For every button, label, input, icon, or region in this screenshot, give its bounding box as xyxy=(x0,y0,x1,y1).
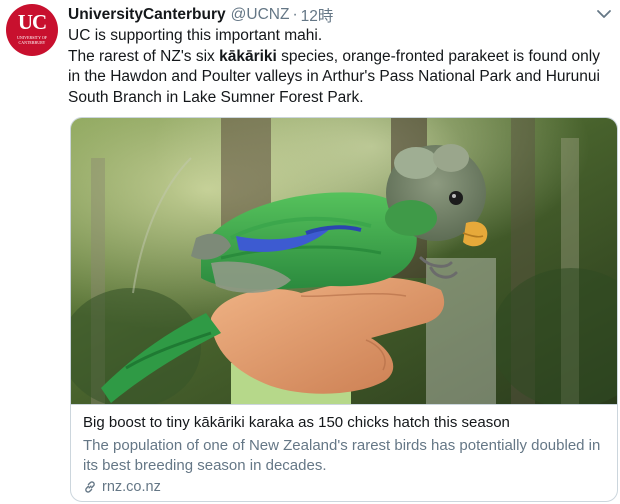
tweet-header: UniversityCanterbury @UCNZ · 12時 xyxy=(68,4,333,26)
tweet-text: UC is supporting this important mahi. Th… xyxy=(68,26,616,108)
avatar[interactable]: UC UNIVERSITY OF CANTERBURY xyxy=(6,4,58,56)
card-domain: rnz.co.nz xyxy=(102,479,161,495)
tweet-body-bold: kākāriki xyxy=(219,47,277,65)
tweet-body: The rarest of NZ's six kākāriki species,… xyxy=(68,47,616,109)
link-icon xyxy=(85,481,95,493)
tweet-timestamp[interactable]: 12時 xyxy=(301,4,334,26)
avatar-logo-subtext: UNIVERSITY OF CANTERBURY xyxy=(17,35,47,45)
tweet-body-prefix: The rarest of NZ's six xyxy=(68,47,220,65)
avatar-logo: UC xyxy=(17,10,47,34)
card-image[interactable] xyxy=(71,118,617,404)
card-title[interactable]: Big boost to tiny kākāriki karaka as 150… xyxy=(83,414,510,431)
card-body[interactable]: Big boost to tiny kākāriki karaka as 150… xyxy=(71,404,617,501)
display-name[interactable]: UniversityCanterbury xyxy=(68,6,226,24)
tweet-line-1: UC is supporting this important mahi. xyxy=(68,27,323,44)
user-handle[interactable]: @UCNZ xyxy=(231,6,290,24)
separator-dot: · xyxy=(292,6,298,23)
card-description: The population of one of New Zealand's r… xyxy=(83,437,601,474)
chevron-down-icon[interactable] xyxy=(596,8,612,20)
link-card[interactable]: Big boost to tiny kākāriki karaka as 150… xyxy=(70,117,618,502)
card-domain-row[interactable]: rnz.co.nz xyxy=(83,479,161,495)
